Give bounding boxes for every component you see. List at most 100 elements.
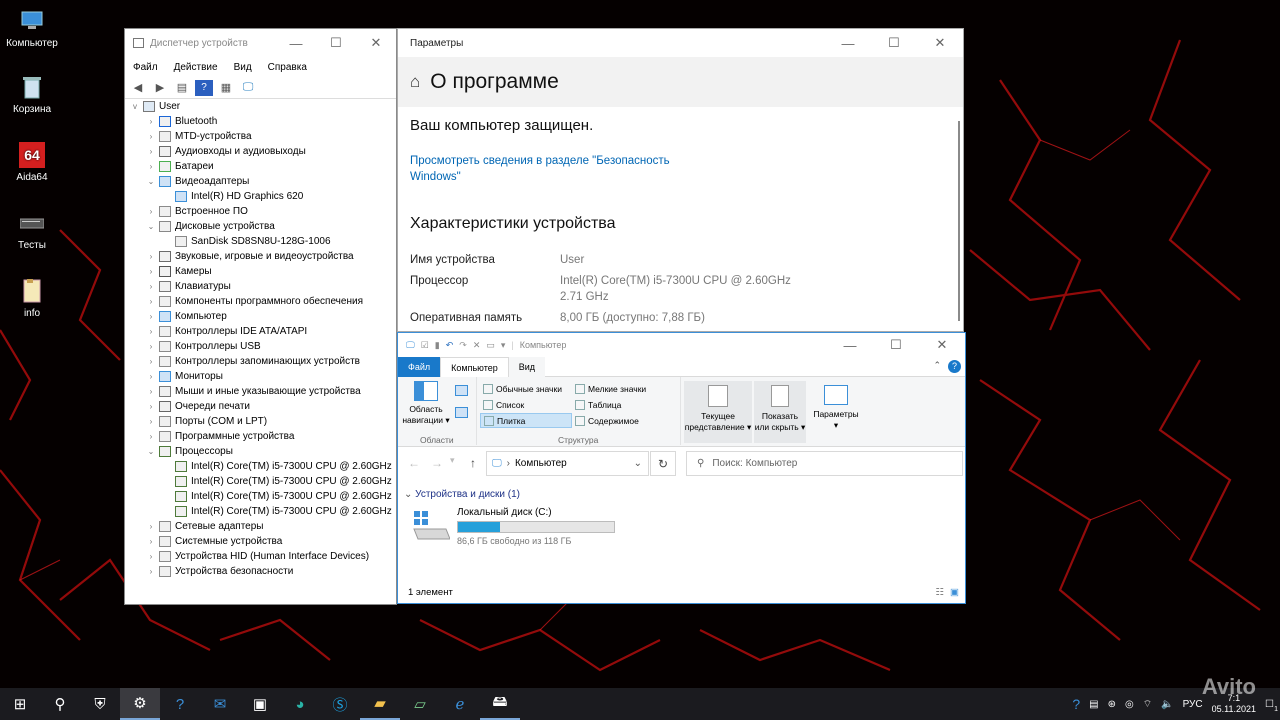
redo-icon[interactable]: ↷ xyxy=(459,340,467,351)
expand-chevron-icon[interactable]: › xyxy=(145,117,157,126)
device-tree-item[interactable]: › Контроллеры IDE ATA/ATAPI xyxy=(129,324,396,339)
expand-chevron-icon[interactable]: › xyxy=(145,567,157,576)
menu-help[interactable]: Справка xyxy=(260,62,315,73)
back-arrow-icon[interactable]: ← xyxy=(408,456,420,470)
maximize-button[interactable]: ☐ xyxy=(871,29,917,57)
device-tree-item[interactable]: › Системные устройства xyxy=(129,534,396,549)
device-tree-item[interactable]: › Мыши и иные указывающие устройства xyxy=(129,384,396,399)
scrollbar[interactable] xyxy=(958,121,960,321)
desktop-icon-tests[interactable]: Тесты xyxy=(0,210,64,251)
expand-chevron-icon[interactable]: › xyxy=(145,207,157,216)
breadcrumb[interactable]: Компьютер xyxy=(515,458,567,469)
view-icon[interactable]: ▦ xyxy=(217,80,235,96)
collapse-chevron-icon[interactable]: v xyxy=(129,102,141,111)
tab-file[interactable]: Файл xyxy=(398,356,441,377)
device-tree-item[interactable]: › Аудиовходы и аудиовыходы xyxy=(129,144,396,159)
recent-chevron-icon[interactable]: ▾ xyxy=(450,455,455,466)
search-button[interactable]: ⚲ xyxy=(40,688,80,720)
expand-chevron-icon[interactable]: › xyxy=(145,312,157,321)
close-button[interactable]: ✕ xyxy=(917,29,963,57)
layout-tiles[interactable]: Плитка xyxy=(480,413,572,428)
minimize-button[interactable]: — xyxy=(276,29,316,57)
delete-icon[interactable]: ✕ xyxy=(473,340,481,351)
expand-chevron-icon[interactable]: › xyxy=(145,432,157,441)
device-tree-item[interactable]: › Контроллеры запоминающих устройств xyxy=(129,354,396,369)
ie-button[interactable]: ℯ xyxy=(440,688,480,720)
device-tree-item[interactable]: SanDisk SD8SN8U-128G-1006 xyxy=(129,234,396,249)
maximize-button[interactable]: ☐ xyxy=(316,29,356,57)
expand-chevron-icon[interactable]: › xyxy=(145,387,157,396)
tab-view[interactable]: Вид xyxy=(508,356,546,377)
skype-button[interactable]: Ⓢ xyxy=(320,688,360,720)
desktop-icon-computer[interactable]: Компьютер xyxy=(0,8,64,49)
edge-button[interactable]: ◕ xyxy=(280,688,320,720)
up-arrow-icon[interactable]: ↑ xyxy=(470,456,476,470)
expand-chevron-icon[interactable]: › xyxy=(145,537,157,546)
device-manager-taskbar-button[interactable]: 🖴 xyxy=(480,688,520,720)
expand-chevron-icon[interactable]: › xyxy=(145,552,157,561)
expand-chevron-icon[interactable]: › xyxy=(145,252,157,261)
security-details-link[interactable]: Просмотреть сведения в разделе "Безопасн… xyxy=(410,153,670,185)
expand-chevron-icon[interactable]: › xyxy=(145,147,157,156)
layout-small-icons[interactable]: Мелкие значки xyxy=(572,381,670,396)
menu-file[interactable]: Файл xyxy=(125,62,166,73)
expand-chevron-icon[interactable]: › xyxy=(145,132,157,141)
notification-icon[interactable]: ☐ 1 xyxy=(1265,699,1278,713)
expand-chevron-icon[interactable]: › xyxy=(145,342,157,351)
device-tree-item[interactable]: › Порты (COM и LPT) xyxy=(129,414,396,429)
explorer-taskbar-button[interactable]: ▰ xyxy=(360,688,400,720)
expand-chevron-icon[interactable]: › xyxy=(145,327,157,336)
device-tree-item[interactable]: ⌄ Дисковые устройства xyxy=(129,219,396,234)
device-tree-item[interactable]: Intel(R) Core(TM) i5-7300U CPU @ 2.60GHz xyxy=(129,489,396,504)
device-tree-item[interactable]: › Сетевые адаптеры xyxy=(129,519,396,534)
address-bar[interactable]: 🖵 › Компьютер ⌄ xyxy=(486,451,649,476)
minimize-button[interactable]: — xyxy=(825,29,871,57)
device-tree-item[interactable]: › Батареи xyxy=(129,159,396,174)
quick-properties-icon[interactable]: ☑ xyxy=(421,340,429,351)
tab-computer[interactable]: Компьютер xyxy=(440,356,509,377)
collapse-chevron-icon[interactable]: ⌄ xyxy=(145,447,157,456)
device-tree-item[interactable]: › Мониторы xyxy=(129,369,396,384)
expand-chevron-icon[interactable]: › xyxy=(145,417,157,426)
ribbon-collapse-icon[interactable]: ⌃ xyxy=(933,360,941,371)
menu-action[interactable]: Действие xyxy=(166,62,226,73)
device-tree-item[interactable]: › Компоненты программного обеспечения xyxy=(129,294,396,309)
maximize-button[interactable]: ☐ xyxy=(873,333,919,357)
device-tree-item[interactable]: › Программные устройства xyxy=(129,429,396,444)
expand-chevron-icon[interactable]: › xyxy=(145,402,157,411)
layout-content[interactable]: Содержимое xyxy=(572,413,670,428)
layout-list[interactable]: Список xyxy=(480,397,572,412)
device-tree-item[interactable]: › Камеры xyxy=(129,264,396,279)
drive-tile[interactable]: Локальный диск (C:) 86,6 ГБ свободно из … xyxy=(412,507,632,547)
expand-chevron-icon[interactable]: › xyxy=(145,267,157,276)
layout-details[interactable]: Таблица xyxy=(572,397,670,412)
device-tree-item[interactable]: › Контроллеры USB xyxy=(129,339,396,354)
refresh-button[interactable]: ↻ xyxy=(650,451,676,476)
details-view-icon[interactable]: ☷ xyxy=(935,587,944,598)
close-button[interactable]: ✕ xyxy=(356,29,396,57)
tray-app-icon[interactable]: ⊛ xyxy=(1108,699,1116,710)
defender-button[interactable]: ⛨ xyxy=(80,688,120,720)
current-view-button[interactable]: Текущее представление ▾ xyxy=(684,381,752,443)
back-arrow-icon[interactable]: ◀ xyxy=(129,80,147,96)
desktop-icon-info[interactable]: info xyxy=(0,278,64,319)
search-box[interactable]: ⚲ Поиск: Компьютер xyxy=(686,451,963,476)
show-hide-button[interactable]: Показать или скрыть ▾ xyxy=(754,381,806,443)
device-tree-item[interactable]: › Клавиатуры xyxy=(129,279,396,294)
section-header[interactable]: ⌄ Устройства и диски (1) xyxy=(404,489,520,500)
help-taskbar-button[interactable]: ? xyxy=(160,688,200,720)
mail-button[interactable]: ✉ xyxy=(200,688,240,720)
menu-view[interactable]: Вид xyxy=(226,62,260,73)
wifi-icon[interactable]: ⌔ xyxy=(1143,698,1152,711)
device-tree-item[interactable]: › Очереди печати xyxy=(129,399,396,414)
undo-icon[interactable]: ↶ xyxy=(446,340,454,351)
volume-icon[interactable]: 🔈 xyxy=(1161,699,1173,710)
help-icon[interactable]: ? xyxy=(1072,696,1080,712)
device-tree-item[interactable]: › MTD-устройства xyxy=(129,129,396,144)
scan-hardware-icon[interactable]: 🖵 xyxy=(239,80,257,96)
store-button[interactable]: ▣ xyxy=(240,688,280,720)
device-tree-item[interactable]: › Звуковые, игровые и видеоустройства xyxy=(129,249,396,264)
device-tree-item[interactable]: ⌄ Процессоры xyxy=(129,444,396,459)
forward-arrow-icon[interactable]: ▶ xyxy=(151,80,169,96)
notes-button[interactable]: ▱ xyxy=(400,688,440,720)
